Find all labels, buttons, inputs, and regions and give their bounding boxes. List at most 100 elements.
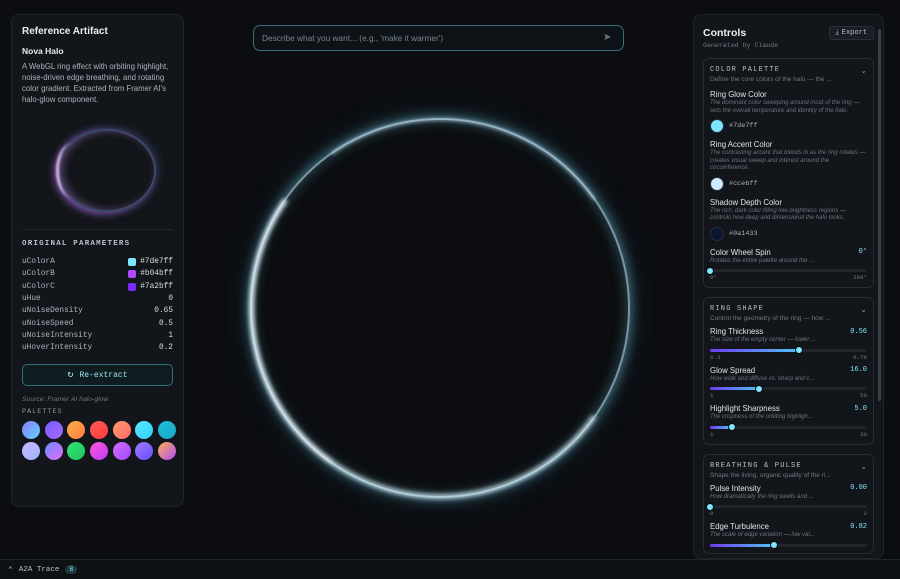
ring-glow-swatch[interactable] bbox=[710, 119, 724, 133]
prompt-input[interactable] bbox=[262, 33, 603, 43]
range-min: 0.3 bbox=[710, 353, 721, 361]
palette-swatch[interactable] bbox=[67, 442, 86, 461]
parameter-key: uNoiseIntensity bbox=[22, 331, 93, 340]
color-wheel-spin-control: Color Wheel Spin 0° Rotates the entire p… bbox=[706, 247, 867, 281]
color-hex: #0a1433 bbox=[729, 229, 758, 238]
palettes-title: PALETTES bbox=[22, 408, 63, 417]
pulse-intensity-slider[interactable] bbox=[706, 502, 867, 511]
send-icon[interactable]: ➤ bbox=[603, 32, 615, 44]
chevron-down-icon[interactable]: ⌄ bbox=[860, 66, 867, 75]
control-help: The rich, dark color filling low-brightn… bbox=[710, 207, 847, 222]
group-title: COLOR PALETTE bbox=[710, 66, 781, 74]
re-extract-button[interactable]: ↻ Re-extract bbox=[22, 364, 173, 387]
control-label: Shadow Depth Color bbox=[710, 197, 782, 207]
parameter-row: uColorC #7a2bff bbox=[22, 281, 173, 293]
parameter-value: #7a2bff bbox=[140, 282, 173, 291]
palette-swatch[interactable] bbox=[158, 442, 177, 461]
control-label: Highlight Sharpness bbox=[710, 404, 780, 413]
group-title: RING SHAPE bbox=[710, 305, 765, 313]
breathing-pulse-group: BREATHING & PULSE Shape the living, orga… bbox=[703, 453, 874, 554]
control-help: The size of the empty center — lower ... bbox=[710, 337, 817, 343]
range-min: 1 bbox=[710, 392, 714, 399]
chevron-down-icon[interactable]: ⌄ bbox=[860, 462, 867, 471]
control-label: Ring Glow Color bbox=[710, 90, 767, 99]
trace-count-badge: 8 bbox=[65, 565, 78, 574]
color-swatch bbox=[128, 258, 137, 267]
ring-shape-group: RING SHAPE Control the geometry of the r… bbox=[703, 297, 874, 445]
slider-knob[interactable] bbox=[770, 541, 779, 549]
palettes-grid bbox=[22, 421, 177, 461]
halo-ring bbox=[218, 86, 662, 530]
palette-swatch[interactable] bbox=[90, 421, 109, 440]
highlight-sharpness-slider[interactable] bbox=[710, 423, 867, 431]
palette-swatch[interactable] bbox=[112, 421, 131, 440]
parameter-key: uNoiseSpeed bbox=[22, 319, 74, 328]
parameter-value: 0 bbox=[168, 295, 173, 304]
slider-knob[interactable] bbox=[727, 423, 736, 431]
parameter-row: uNoiseIntensity 1 bbox=[22, 330, 173, 342]
palette-swatch[interactable] bbox=[135, 421, 154, 440]
ring-accent-color-control: Ring Accent Color The contrasting accent… bbox=[710, 140, 867, 191]
halo-top-highlight bbox=[219, 87, 661, 529]
slider-knob[interactable] bbox=[706, 502, 714, 511]
glow-spread-control: Glow Spread 16.0 How wide and diffuse vs… bbox=[710, 365, 867, 399]
parameter-value: 0.65 bbox=[154, 307, 173, 316]
palette-swatch[interactable] bbox=[44, 442, 63, 461]
range-max: 2 bbox=[863, 510, 867, 517]
control-label: Glow Spread bbox=[710, 365, 756, 375]
control-value: 0° bbox=[858, 248, 867, 256]
slider-fill bbox=[710, 348, 800, 352]
control-value: 0.00 bbox=[850, 484, 867, 492]
palette-swatch[interactable] bbox=[135, 442, 154, 461]
parameter-row: uColorB #b04bff bbox=[22, 268, 173, 280]
color-wheel-spin-slider[interactable] bbox=[706, 266, 867, 275]
control-value: 0.56 bbox=[850, 327, 867, 336]
original-parameters-title: ORIGINAL PARAMETERS bbox=[22, 240, 131, 248]
generated-by: Generated by Claude bbox=[703, 42, 779, 49]
color-swatch bbox=[128, 282, 137, 291]
parameters-list: uColorA #7de7ff uColorB #b04bff uColorC #7a2b… bbox=[22, 256, 173, 354]
ring-accent-swatch[interactable] bbox=[710, 176, 724, 191]
palette-swatch[interactable] bbox=[90, 442, 109, 461]
parameter-key: uHoverIntensity bbox=[22, 344, 93, 353]
glow-spread-slider[interactable] bbox=[710, 384, 867, 393]
chevron-down-icon[interactable]: ⌄ bbox=[860, 305, 867, 314]
range-max: 0.76 bbox=[853, 353, 867, 361]
control-help: How wide and diffuse vs. sharp and c... bbox=[710, 375, 815, 382]
parameter-row: uColorA #7de7ff bbox=[22, 256, 173, 268]
edge-turbulence-slider[interactable] bbox=[710, 541, 867, 549]
render-canvas[interactable] bbox=[186, 60, 691, 557]
a2a-trace-label: A2A Trace bbox=[18, 565, 60, 574]
palette-swatch[interactable] bbox=[22, 442, 40, 461]
palette-swatch[interactable] bbox=[67, 421, 86, 440]
slider-fill bbox=[710, 543, 775, 547]
palette-swatch[interactable] bbox=[44, 421, 63, 440]
panel-title: Reference Artifact bbox=[22, 26, 108, 37]
control-label: Ring Accent Color bbox=[710, 140, 773, 149]
slider-knob[interactable] bbox=[754, 384, 763, 393]
palette-swatch[interactable] bbox=[112, 442, 131, 461]
artifact-name: Nova Halo bbox=[22, 46, 64, 56]
range-min: 0 bbox=[710, 510, 714, 517]
group-description: Shape the living, organic quality of the… bbox=[710, 471, 831, 479]
control-help: The scale of edge variation — low val... bbox=[710, 532, 815, 538]
parameter-row: uHoverIntensity 0.2 bbox=[22, 342, 173, 354]
slider-knob[interactable] bbox=[706, 266, 714, 275]
palette-swatch[interactable] bbox=[158, 421, 177, 440]
group-description: Define the core colors of the halo — the… bbox=[710, 76, 832, 83]
chevron-up-icon[interactable]: ⌃ bbox=[8, 565, 13, 575]
refresh-icon: ↻ bbox=[67, 370, 74, 382]
re-extract-label: Re-extract bbox=[79, 370, 128, 380]
parameter-row: uHue 0 bbox=[22, 293, 173, 305]
parameter-key: uColorC bbox=[22, 282, 55, 291]
a2a-trace-bar[interactable]: ⌃ A2A Trace 8 bbox=[0, 559, 900, 579]
controls-scrollbar[interactable] bbox=[878, 29, 881, 401]
parameter-value: #7de7ff bbox=[140, 258, 173, 267]
parameter-row: uNoiseDensity 0.65 bbox=[22, 305, 173, 317]
palette-swatch[interactable] bbox=[22, 421, 40, 440]
group-description: Control the geometry of the ring — how .… bbox=[710, 315, 831, 322]
ring-thickness-slider[interactable] bbox=[710, 346, 867, 354]
shadow-depth-swatch[interactable] bbox=[710, 226, 724, 241]
export-button[interactable]: ⤓ Export bbox=[828, 26, 874, 40]
control-label: Color Wheel Spin bbox=[710, 247, 771, 257]
